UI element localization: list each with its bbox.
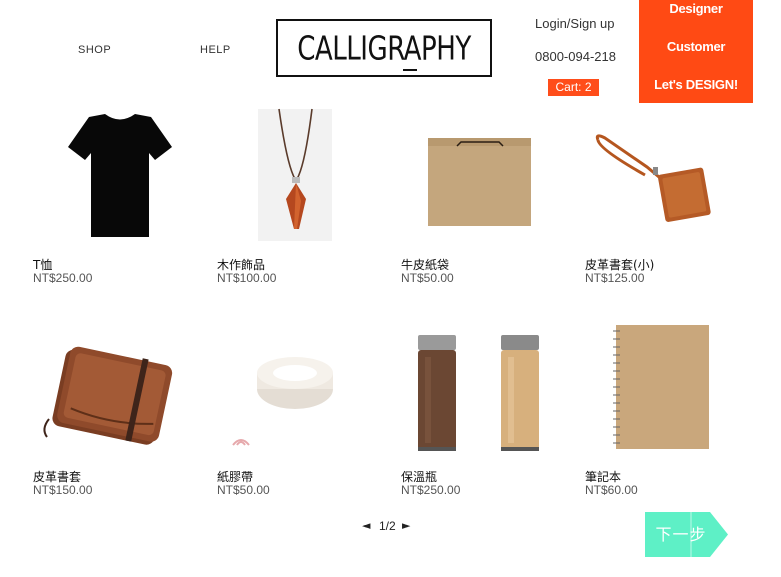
next-page-arrow[interactable]: ► <box>402 519 410 532</box>
next-step-label: 下一步 <box>655 525 707 544</box>
cart-button[interactable]: Cart: 2 <box>548 79 599 96</box>
logo-underline-decoration <box>403 69 417 71</box>
designer-link[interactable]: Designer <box>639 1 753 16</box>
next-step-button[interactable]: 下一步 <box>645 512 728 557</box>
wooden-pendant-image <box>258 108 332 241</box>
page-indicator: 1/2 <box>379 519 396 533</box>
nav-help-link[interactable]: HELP <box>200 44 231 56</box>
customer-link[interactable]: Customer <box>639 39 753 54</box>
thermos-image <box>418 335 539 451</box>
login-signup-link[interactable]: Login/Sign up <box>535 16 615 31</box>
product-price: NT$50.00 <box>217 483 270 497</box>
site-logo[interactable]: CALLIGRAPHY <box>276 19 492 77</box>
leather-book-cover-image <box>43 346 173 445</box>
phone-number: 0800-094-218 <box>535 49 616 64</box>
product-price: NT$125.00 <box>585 271 645 285</box>
tshirt-image <box>68 114 172 237</box>
product-price: NT$60.00 <box>585 483 638 497</box>
notebook-image <box>613 325 709 449</box>
product-price: NT$150.00 <box>33 483 93 497</box>
nav-shop-link[interactable]: SHOP <box>78 44 111 56</box>
prev-page-arrow[interactable]: ◄ <box>362 519 370 532</box>
paper-tape-image <box>232 357 333 446</box>
logo-text: CALLIGRAPHY <box>297 28 471 68</box>
product-price: NT$100.00 <box>217 271 277 285</box>
product-price: NT$50.00 <box>401 271 454 285</box>
lets-design-link[interactable]: Let's DESIGN! <box>639 77 753 92</box>
product-price: NT$250.00 <box>401 483 461 497</box>
designer-menu-panel: Designer Customer Let's DESIGN! <box>639 0 753 103</box>
leather-card-holder-image <box>595 134 711 222</box>
kraft-bag-image <box>428 138 531 226</box>
product-price: NT$250.00 <box>33 271 93 285</box>
